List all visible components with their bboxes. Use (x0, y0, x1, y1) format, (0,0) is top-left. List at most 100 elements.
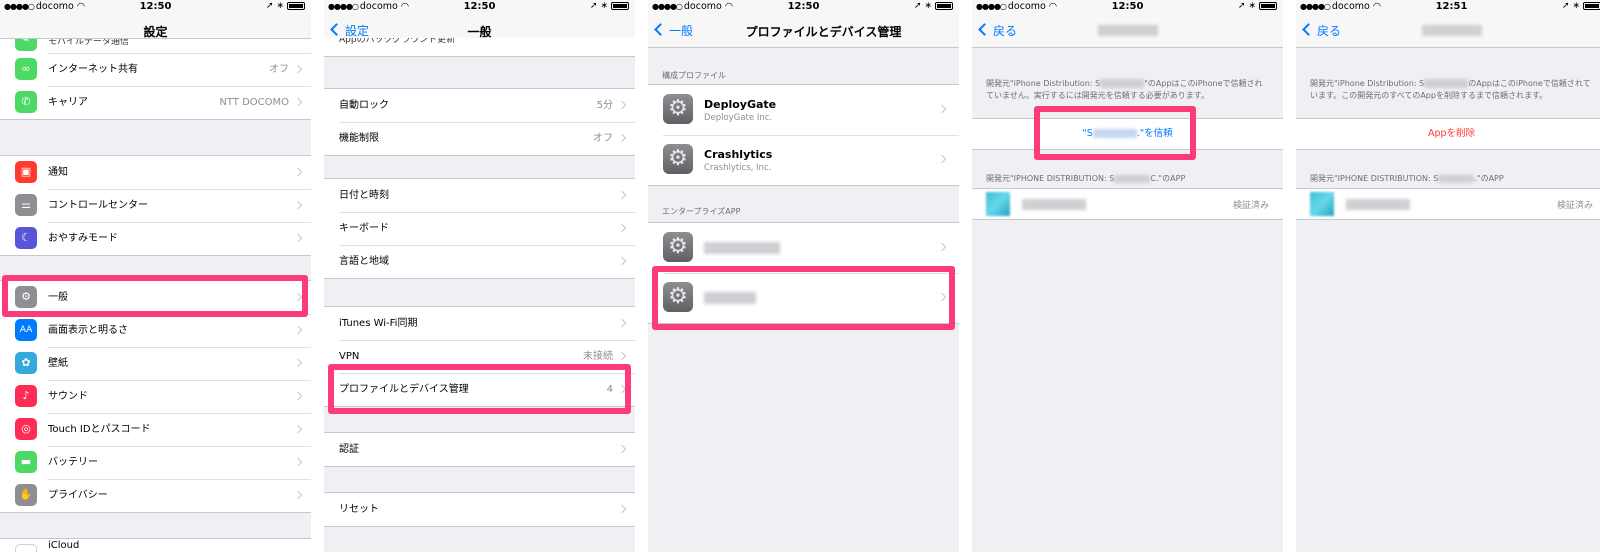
status-bar: ●●●●○ docomo ◠ 12:50 ➚ ∗ (324, 0, 635, 14)
chevron-right-icon (937, 242, 947, 252)
general-item-keyboard[interactable]: キーボード (324, 212, 635, 245)
location-bluetooth-icons: ➚ ∗ (1562, 1, 1580, 11)
chevron-right-icon (293, 325, 303, 335)
settings-item-battery[interactable]: ▬ バッテリー (0, 446, 311, 479)
general-group-lock: 自動ロック 5分 機能制限 オフ (324, 88, 635, 156)
general-item-certification[interactable]: 認証 (324, 433, 635, 466)
redacted-name (704, 242, 780, 254)
speaker-icon: ♪ (15, 385, 37, 407)
redacted-app-name (1022, 199, 1086, 210)
settings-item-touch-id[interactable]: ◎ Touch IDとパスコード (0, 413, 311, 446)
general-item-language-region[interactable]: 言語と地域 (324, 245, 635, 278)
settings-gear-icon (663, 94, 693, 124)
chevron-right-icon (293, 233, 303, 243)
delete-apps-button[interactable]: Appを削除 (1296, 119, 1600, 149)
settings-item-control-center[interactable]: ⚌ コントロールセンター (0, 189, 311, 222)
settings-item-notifications[interactable]: ▣ 通知 (0, 156, 311, 189)
location-bluetooth-icons: ➚ ∗ (914, 1, 932, 11)
clock: 12:50 (139, 1, 172, 12)
chevron-right-icon (617, 504, 627, 514)
chevron-right-icon (617, 351, 627, 361)
highlight-general (2, 275, 308, 317)
chevron-right-icon (617, 318, 627, 328)
settings-gear-icon (663, 232, 693, 262)
nav-bar: 一般 プロファイルとデバイス管理 (648, 14, 959, 48)
display-icon: AA (15, 319, 37, 341)
redacted-title (1097, 25, 1158, 36)
general-item-date-time[interactable]: 日付と時刻 (324, 179, 635, 212)
cellular-icon: ⌁ (15, 39, 37, 51)
status-bar: ●●●●○ docomo ◠ 12:51 ➚ ∗ (1296, 0, 1600, 14)
general-group-cert: 認証 (324, 432, 635, 467)
highlight-profiles (328, 364, 631, 414)
page-title (972, 23, 1283, 37)
redacted-app-name (1346, 199, 1410, 210)
settings-group-icloud: ☁iCloud (0, 538, 311, 552)
battery-icon (1583, 1, 1600, 10)
highlight-enterprise-app (652, 266, 955, 330)
app-list-item: 検証済み (1296, 189, 1600, 219)
settings-item-privacy[interactable]: ✋ プライバシー (0, 479, 311, 512)
nav-bar: 戻る (1296, 14, 1600, 48)
profile-item-deploygate[interactable]: DeployGate DeployGate Inc. (648, 85, 959, 135)
chevron-right-icon (293, 490, 303, 500)
settings-item-do-not-disturb[interactable]: ☾ おやすみモード (0, 222, 311, 255)
chevron-right-icon (293, 167, 303, 177)
chevron-right-icon (617, 190, 627, 200)
chevron-right-icon (293, 97, 303, 107)
trusted-description: 開発元"iPhone Distribution: S のAppはこのiPhoneで… (1310, 79, 1591, 100)
app-icon (986, 192, 1010, 216)
app-list-item: 検証済み (972, 189, 1283, 219)
general-group-top: Appのバックグラウンド更新 (324, 38, 635, 57)
settings-item-wallpaper[interactable]: ✿ 壁紙 (0, 347, 311, 380)
battery-icon (935, 1, 953, 10)
general-item-restrictions[interactable]: 機能制限 オフ (324, 122, 635, 155)
general-item-reset[interactable]: リセット (324, 493, 635, 526)
settings-item-icloud[interactable]: ☁iCloud (0, 539, 311, 552)
location-bluetooth-icons: ➚ ∗ (590, 1, 608, 11)
chevron-right-icon (293, 457, 303, 467)
chevron-right-icon (617, 256, 627, 266)
general-item-background-refresh[interactable]: Appのバックグラウンド更新 (324, 38, 635, 56)
chevron-right-icon (293, 391, 303, 401)
general-item-auto-lock[interactable]: 自動ロック 5分 (324, 89, 635, 122)
chevron-right-icon (293, 200, 303, 210)
verified-status: 検証済み (1556, 201, 1593, 211)
location-bluetooth-icons: ➚ ∗ (266, 1, 284, 11)
profile-item-crashlytics[interactable]: Crashlytics Crashlytics, Inc. (648, 135, 959, 185)
settings-gear-icon (663, 144, 693, 174)
clock: 12:51 (1435, 1, 1468, 12)
notifications-icon: ▣ (15, 161, 37, 183)
developer-apps-group: 検証済み (972, 188, 1283, 220)
back-button[interactable]: 一般 (654, 22, 693, 39)
developer-apps-group: 検証済み (1296, 188, 1600, 220)
highlight-trust-button (1034, 106, 1196, 160)
redacted-title (1421, 25, 1482, 36)
config-profiles-group: DeployGate DeployGate Inc. Crashlytics C… (648, 84, 959, 186)
general-group-locale: 日付と時刻 キーボード 言語と地域 (324, 178, 635, 279)
clock: 12:50 (463, 1, 496, 12)
clock: 12:50 (1111, 1, 1144, 12)
settings-item-sounds[interactable]: ♪ サウンド (0, 380, 311, 413)
battery-icon (611, 1, 629, 10)
section-header-developer-apps: 開発元"IPHONE DISTRIBUTION: S C."のAPP (986, 174, 1186, 183)
chevron-right-icon (293, 64, 303, 74)
general-item-itunes-wifi-sync[interactable]: iTunes Wi-Fi同期 (324, 307, 635, 340)
settings-item-hotspot[interactable]: ∞ インターネット共有 オフ (0, 53, 311, 86)
status-bar: ●●●●○ docomo ◠ 12:50 ➚ ∗ (0, 0, 311, 14)
settings-item-carrier[interactable]: ✆ キャリア NTT DOCOMO (0, 86, 311, 119)
trust-developer-screen: ●●●●○ docomo ◠ 12:50 ➚ ∗ 戻る 開発元"iPhone Di… (972, 0, 1283, 552)
moon-icon: ☾ (15, 227, 37, 249)
section-header-enterprise-app: エンタープライズAPP (662, 207, 741, 216)
chevron-right-icon (617, 133, 627, 143)
settings-item-cellular[interactable]: ⌁ モバイルデータ通信 (0, 39, 311, 53)
battery-icon: ▬ (15, 451, 37, 473)
app-icon (1310, 192, 1334, 216)
general-group-reset: リセット (324, 492, 635, 527)
chevron-right-icon (617, 223, 627, 233)
section-header-developer-apps: 開発元"IPHONE DISTRIBUTION: S ."のAPP (1310, 174, 1504, 183)
chevron-right-icon (617, 444, 627, 454)
settings-item-display[interactable]: AA 画面表示と明るさ (0, 314, 311, 347)
status-bar: ●●●●○ docomo ◠ 12:50 ➚ ∗ (972, 0, 1283, 14)
settings-screen: ●●●●○ docomo ◠ 12:50 ➚ ∗ 設定 ⌁ モバイルデータ通信 ∞… (0, 0, 311, 552)
